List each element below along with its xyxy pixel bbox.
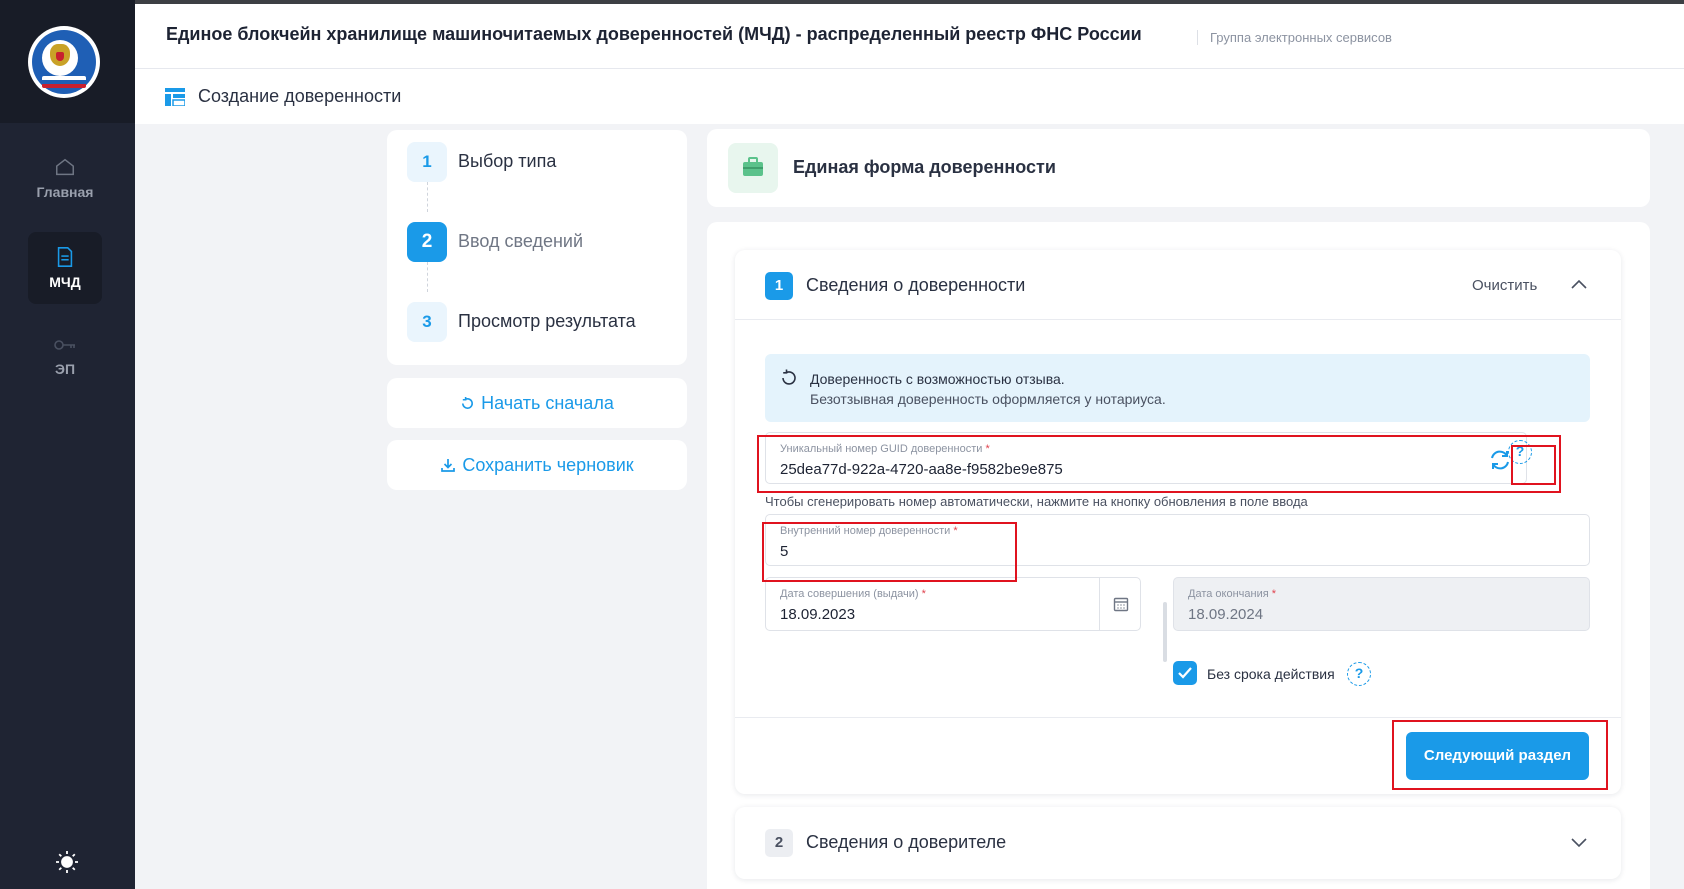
section-title: Сведения о доверенности: [806, 275, 1026, 295]
section-power-of-attorney: 1 Сведения о доверенности Очистить Довер…: [735, 250, 1621, 794]
save-draft-button[interactable]: Сохранить черновик: [387, 440, 687, 490]
step-number: 3: [407, 302, 447, 342]
guid-input[interactable]: [780, 461, 1460, 478]
step-number: 1: [407, 142, 447, 182]
calendar-button[interactable]: [1099, 578, 1141, 630]
home-icon: [56, 158, 74, 176]
issue-date-field[interactable]: Дата совершения (выдачи) *: [765, 577, 1141, 631]
sidebar-item-label: Главная: [36, 184, 94, 200]
step-connector: [427, 262, 428, 292]
step-label: Просмотр результата: [458, 311, 636, 331]
sidebar-item-label: МЧД: [49, 274, 81, 290]
internal-number-input[interactable]: [780, 543, 1560, 560]
page-header: Создание доверенности: [135, 69, 1684, 124]
step-label: Ввод сведений: [458, 231, 584, 251]
no-term-checkbox[interactable]: [1173, 661, 1197, 685]
app-title: Единое блокчейн хранилище машиночитаемых…: [166, 24, 1142, 44]
document-icon: [57, 247, 73, 267]
step-connector: [427, 182, 428, 212]
key-icon: [54, 340, 75, 350]
form-header: Единая форма доверенности: [707, 129, 1650, 207]
sidebar-item-label: ЭП: [54, 361, 76, 377]
sidebar-item-mchd[interactable]: МЧД: [28, 232, 102, 304]
info-text: Безотзывная доверенность оформляется у н…: [810, 391, 1166, 407]
issue-date-label: Дата совершения (выдачи) *: [780, 588, 926, 600]
info-box: Доверенность с возможностью отзыва. Безо…: [765, 354, 1590, 422]
no-term-label: Без срока действия: [1207, 666, 1335, 682]
app-subtitle: Группа электронных сервисов: [1197, 30, 1392, 45]
chevron-up-icon[interactable]: [1568, 274, 1590, 296]
section-principal[interactable]: 2 Сведения о доверителе: [735, 807, 1621, 879]
fns-logo[interactable]: [28, 26, 100, 98]
page-title: Создание доверенности: [198, 86, 402, 106]
issue-date-input[interactable]: [780, 606, 1080, 623]
end-date-label: Дата окончания *: [1188, 588, 1277, 600]
guid-label: Уникальный номер GUID доверенности *: [780, 443, 990, 455]
help-icon[interactable]: ?: [1347, 662, 1371, 686]
divider: [735, 717, 1621, 718]
calendar-icon: [1113, 597, 1129, 612]
section-title: Сведения о доверителе: [806, 832, 1007, 852]
form-title: Единая форма доверенности: [793, 157, 1056, 177]
sidebar-item-home[interactable]: Главная: [28, 142, 102, 214]
info-text: Доверенность с возможностью отзыва.: [810, 371, 1065, 387]
guid-field[interactable]: Уникальный номер GUID доверенности *: [765, 432, 1527, 484]
section-number: 1: [765, 272, 793, 300]
restart-icon: [462, 396, 474, 409]
restart-label: Начать сначала: [481, 393, 614, 413]
next-section-button[interactable]: Следующий раздел: [1406, 732, 1589, 780]
revoke-icon: [782, 369, 796, 385]
separator: [1163, 602, 1167, 662]
save-draft-label: Сохранить черновик: [462, 455, 634, 475]
clear-button[interactable]: Очистить: [1472, 277, 1537, 294]
download-icon: [441, 459, 456, 472]
briefcase-icon: [728, 143, 778, 193]
help-icon[interactable]: ?: [1508, 440, 1532, 464]
check-icon: [1178, 667, 1192, 679]
chevron-down-icon[interactable]: [1568, 831, 1590, 853]
section-number: 2: [765, 829, 793, 857]
stepper: 1 Выбор типа 2 Ввод сведений 3 Просмотр …: [387, 130, 687, 365]
internal-number-label: Внутренний номер доверенности *: [780, 525, 958, 537]
step-label: Выбор типа: [458, 151, 557, 171]
sun-icon[interactable]: [55, 850, 79, 874]
end-date-field: Дата окончания *: [1173, 577, 1590, 631]
end-date-input: [1188, 606, 1568, 623]
restart-button[interactable]: Начать сначала: [387, 378, 687, 428]
sidebar-item-ep[interactable]: ЭП: [28, 321, 102, 393]
sidebar: Главная МЧД ЭП: [0, 0, 135, 889]
internal-number-field[interactable]: Внутренний номер доверенности *: [765, 514, 1590, 566]
step-number: 2: [407, 222, 447, 262]
app-header: Единое блокчейн хранилище машиночитаемых…: [135, 0, 1684, 69]
layout-icon: [165, 88, 185, 106]
guid-hint: Чтобы сгенерировать номер автоматически,…: [765, 494, 1308, 509]
section-header[interactable]: 1 Сведения о доверенности Очистить: [735, 250, 1621, 320]
logo-area: [0, 0, 135, 123]
main-panel: 1 Сведения о доверенности Очистить Довер…: [707, 222, 1650, 889]
